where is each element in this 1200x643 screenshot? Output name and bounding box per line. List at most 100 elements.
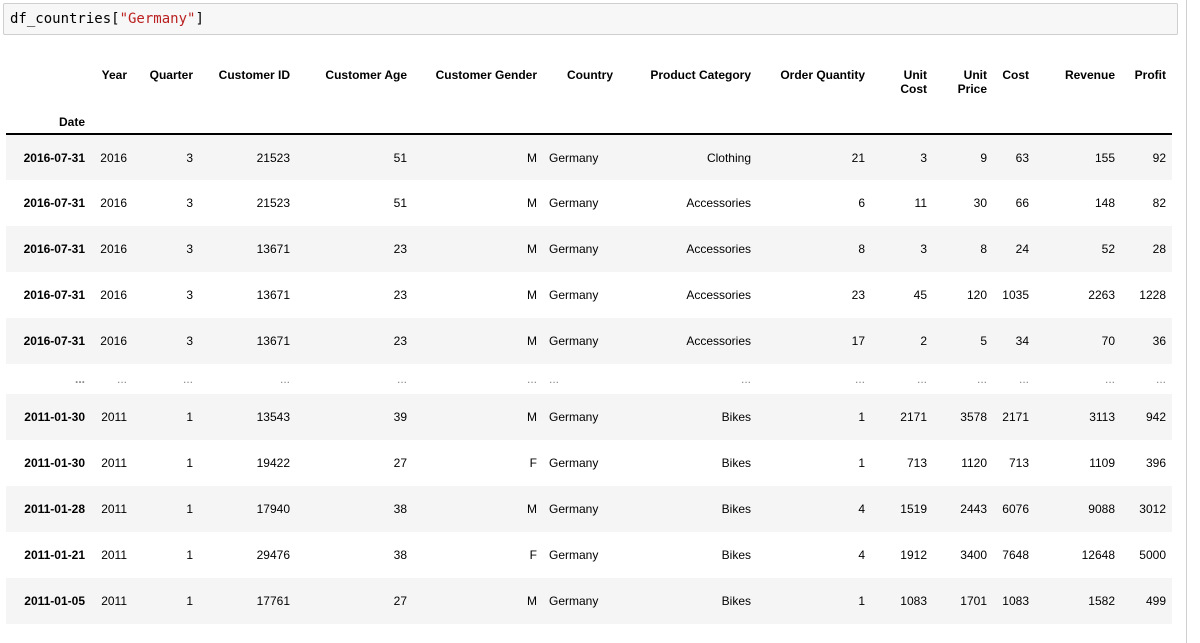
table-cell: 6: [858, 196, 865, 210]
table-cell: 28: [1152, 242, 1166, 256]
table-cell: ...: [854, 372, 865, 386]
table-cell: 2016: [100, 150, 127, 165]
table-cell: 3012: [1139, 502, 1166, 516]
table-cell: 21523: [256, 150, 290, 165]
row-index-date: ...: [74, 372, 85, 386]
table-cell: 2171: [1002, 410, 1029, 424]
table-row: 2011-01-30 2011 1 13543 39 M Germany Bikes 1 2171…: [6, 394, 1172, 440]
table-cell: 2016: [100, 196, 127, 210]
table-row: 2016-07-31 2016 3 13671 23 M Germany Accessorie…: [6, 272, 1172, 318]
table-cell: 23: [851, 288, 865, 302]
table-cell: 3: [186, 242, 193, 256]
table-cell: 17940: [256, 502, 290, 516]
table-cell: 1: [858, 594, 865, 608]
table-cell: ...: [740, 372, 751, 386]
table-cell: 120: [966, 288, 987, 302]
table-cell: Accessories: [686, 196, 751, 210]
table-cell: Germany: [549, 502, 599, 516]
code-suffix: ]: [195, 11, 204, 27]
table-cell: Bikes: [721, 548, 751, 562]
code-prefix: df_countries[: [10, 11, 120, 27]
column-header: Product Category: [650, 68, 751, 82]
code-text[interactable]: df_countries["Germany"]: [10, 10, 204, 28]
table-cell: 3: [186, 150, 193, 165]
table-cell: 19422: [256, 456, 290, 470]
table-cell: Germany: [549, 150, 599, 165]
code-string-literal: "Germany": [119, 11, 196, 27]
table-cell: 148: [1094, 196, 1115, 210]
table-cell: 36: [1152, 334, 1166, 348]
table-cell: 38: [393, 502, 407, 516]
table-cell: Germany: [549, 288, 599, 302]
column-header: Customer Age: [325, 68, 407, 82]
table-cell: 3113: [1089, 410, 1115, 424]
column-header-spacer: [1121, 110, 1172, 134]
table-cell: 51: [393, 150, 407, 165]
dataframe-table: Year Quarter Customer ID Customer Age Custom…: [6, 60, 1172, 624]
table-cell: ...: [1155, 372, 1166, 386]
column-header: Profit: [1134, 68, 1166, 82]
table-row: 2016-07-31 2016 3 21523 51 M Germany Clothing 21…: [6, 134, 1172, 180]
table-cell: 17: [851, 334, 865, 348]
table-cell: 2011: [101, 548, 127, 562]
table-cell: 1912: [900, 548, 927, 562]
table-cell: 1: [858, 410, 865, 424]
table-cell: M: [527, 502, 537, 516]
row-index-date: 2011-01-21: [24, 548, 85, 562]
table-cell: F: [529, 456, 537, 470]
index-name-header: Date: [58, 114, 85, 129]
table-cell: Germany: [549, 410, 599, 424]
table-cell: 9088: [1088, 502, 1115, 516]
column-header: Country: [567, 68, 613, 82]
table-cell: 12648: [1081, 548, 1115, 562]
column-header: Unit Price: [957, 68, 987, 96]
table-cell: 713: [906, 456, 927, 470]
table-cell: 2443: [960, 502, 987, 516]
table-cell: Germany: [549, 196, 599, 210]
table-cell: 7648: [1002, 548, 1029, 562]
table-cell: Germany: [549, 594, 599, 608]
row-index-date: 2011-01-30: [24, 410, 85, 424]
table-cell: ...: [1104, 372, 1115, 386]
table-cell: 5000: [1139, 548, 1166, 562]
table-cell: Germany: [549, 242, 599, 256]
table-cell: 1: [186, 594, 193, 608]
table-cell: 3: [920, 150, 927, 165]
table-cell: 1: [858, 456, 865, 470]
table-cell: 2016: [100, 288, 127, 302]
table-cell: M: [527, 334, 537, 348]
table-cell: 1228: [1139, 288, 1166, 302]
row-index-date: 2011-01-30: [24, 456, 85, 470]
column-header: Unit Cost: [900, 68, 927, 96]
table-cell: 1083: [1002, 594, 1029, 608]
table-cell: 11: [914, 196, 927, 210]
row-index-date: 2016-07-31: [23, 242, 85, 256]
table-cell: Clothing: [706, 150, 751, 165]
table-cell: 1701: [960, 594, 987, 608]
table-cell: 13543: [256, 410, 290, 424]
row-index-date: 2011-01-28: [24, 502, 85, 516]
code-input-cell[interactable]: df_countries["Germany"]: [3, 3, 1178, 35]
notebook-scroll-edge: [1186, 0, 1187, 643]
table-cell: 6076: [1002, 502, 1029, 516]
column-header-spacer: [1035, 110, 1121, 134]
table-cell: 3: [920, 242, 927, 256]
table-cell: 1: [186, 456, 193, 470]
table-cell: ...: [916, 372, 927, 386]
table-cell: 8: [858, 242, 865, 256]
column-header-spacer: [757, 110, 871, 134]
table-cell: ...: [116, 372, 127, 386]
column-header-spacer: [133, 110, 199, 134]
table-cell: M: [527, 242, 537, 256]
table-cell: ...: [976, 372, 987, 386]
table-cell: 3578: [960, 410, 987, 424]
column-header: Customer Gender: [435, 68, 537, 82]
table-cell: 29476: [256, 548, 290, 562]
table-cell: 1083: [900, 594, 927, 608]
table-cell: 3400: [960, 548, 987, 562]
table-row: 2016-07-31 2016 3 21523 51 M Germany Accessorie…: [6, 180, 1172, 226]
table-cell: 155: [1094, 150, 1115, 165]
table-row: 2016-07-31 2016 3 13671 23 M Germany Accessorie…: [6, 226, 1172, 272]
table-row: 2011-01-30 2011 1 19422 27 F Germany Bikes 1 713 1…: [6, 440, 1172, 486]
table-cell: 66: [1015, 196, 1029, 210]
